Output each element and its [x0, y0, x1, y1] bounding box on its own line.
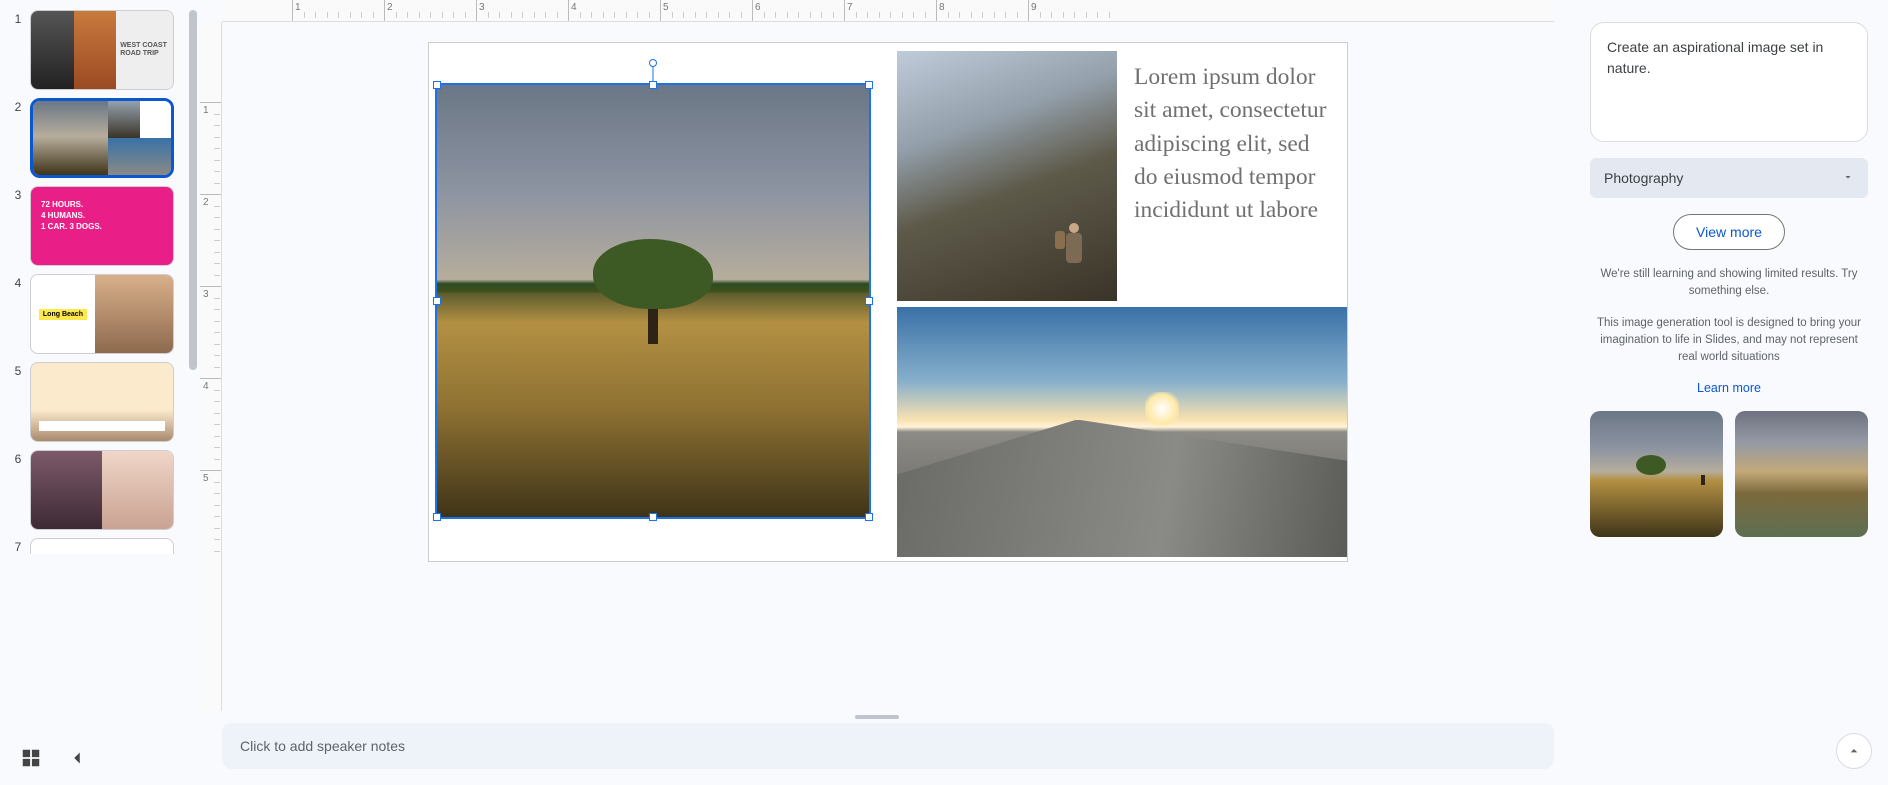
slide-thumbnail-3[interactable]: 3 72 HOURS. 4 HUMANS. 1 CAR. 3 DOGS.	[0, 182, 200, 270]
rotation-handle[interactable]	[649, 59, 657, 67]
hiker-graphic	[1061, 223, 1087, 273]
resize-handle-bl[interactable]	[433, 513, 441, 521]
results-hint: We're still learning and showing limited…	[1590, 266, 1868, 299]
slide-thumbnail-4[interactable]: 4 Long Beach	[0, 270, 200, 358]
tree-graphic	[1636, 455, 1769, 485]
canvas-viewport[interactable]: Lorem ipsum dolor sit amet, consectetur …	[222, 22, 1554, 711]
resize-handle-r[interactable]	[865, 297, 873, 305]
resize-handle-t[interactable]	[649, 81, 657, 89]
view-more-button[interactable]: View more	[1673, 214, 1785, 250]
resize-handle-br[interactable]	[865, 513, 873, 521]
app-root: 1 WEST COAST ROAD TRIP 2	[0, 0, 1888, 785]
resize-handle-tr[interactable]	[865, 81, 873, 89]
thumb-line: 1 CAR. 3 DOGS.	[41, 221, 163, 232]
disclaimer-text: This image generation tool is designed t…	[1590, 315, 1868, 365]
chevron-down-icon	[1842, 170, 1854, 186]
prompt-input[interactable]: Create an aspirational image set in natu…	[1590, 22, 1868, 142]
thumb-title-line: WEST COAST	[120, 42, 169, 50]
slide-list: 1 WEST COAST ROAD TRIP 2	[0, 6, 200, 735]
ruler-horizontal[interactable]: 123456789	[222, 0, 1554, 22]
thumb-content: WEST COAST ROAD TRIP	[30, 10, 174, 90]
selected-image-main[interactable]	[435, 83, 871, 519]
thumb-title-line: ROAD TRIP	[120, 50, 169, 58]
generated-image-1[interactable]	[1590, 411, 1723, 537]
slide-number: 1	[12, 10, 24, 26]
image-top-right[interactable]	[897, 51, 1117, 301]
resize-handle-l[interactable]	[433, 297, 441, 305]
slide-number: 6	[12, 450, 24, 466]
speaker-notes-placeholder: Click to add speaker notes	[240, 738, 405, 754]
collapse-panel-icon[interactable]	[66, 747, 88, 774]
image-bottom-right[interactable]	[897, 307, 1347, 557]
slide-thumbnail-7[interactable]: 7	[0, 534, 200, 554]
thumb-content: Long Beach	[30, 274, 174, 354]
thumb-content: 72 HOURS. 4 HUMANS. 1 CAR. 3 DOGS.	[30, 186, 174, 266]
slide-thumbnail-2[interactable]: 2	[0, 94, 200, 182]
prompt-text: Create an aspirational image set in natu…	[1607, 39, 1823, 76]
canvas-area: 123456789 12345	[200, 0, 1570, 785]
generated-images-row	[1590, 411, 1868, 537]
style-select[interactable]: Photography	[1590, 158, 1868, 198]
thumb-content	[30, 98, 174, 178]
thumb-content	[30, 362, 174, 442]
tree-graphic	[593, 239, 713, 339]
thumb-line: 4 HUMANS.	[41, 210, 163, 221]
learn-more-link[interactable]: Learn more	[1590, 381, 1868, 395]
slide-panel-footer	[0, 735, 200, 785]
speaker-notes[interactable]: Click to add speaker notes	[222, 723, 1554, 769]
road-graphic	[897, 420, 1347, 558]
slide-list-scrollbar[interactable]	[186, 6, 200, 735]
resize-handle-b[interactable]	[649, 513, 657, 521]
grid-view-icon[interactable]	[20, 747, 42, 774]
sun-graphic	[1145, 392, 1179, 426]
slide-number: 4	[12, 274, 24, 290]
slide-canvas[interactable]: Lorem ipsum dolor sit amet, consectetur …	[428, 42, 1348, 562]
slide-thumbnail-6[interactable]: 6	[0, 446, 200, 534]
resize-handle-tl[interactable]	[433, 81, 441, 89]
notes-resize-handle[interactable]	[200, 711, 1554, 723]
thumb-line: 72 HOURS.	[41, 199, 163, 210]
slide-number: 7	[12, 538, 24, 554]
scrollbar-thumb[interactable]	[189, 10, 197, 370]
image-gen-sidebar: Create an aspirational image set in natu…	[1570, 0, 1888, 785]
ruler-vertical[interactable]: 12345	[200, 22, 222, 711]
thumb-content	[30, 538, 174, 554]
scroll-top-button[interactable]	[1836, 733, 1872, 769]
thumb-content	[30, 450, 174, 530]
slide-number: 2	[12, 98, 24, 114]
slide-thumbnail-1[interactable]: 1 WEST COAST ROAD TRIP	[0, 6, 200, 94]
slide-number: 5	[12, 362, 24, 378]
slide-body-text[interactable]: Lorem ipsum dolor sit amet, consectetur …	[1134, 61, 1334, 228]
thumb-badge: Long Beach	[39, 309, 87, 320]
chevron-up-icon	[1846, 743, 1862, 759]
slide-number: 3	[12, 186, 24, 202]
slide-panel: 1 WEST COAST ROAD TRIP 2	[0, 0, 200, 785]
canvas-row: 12345	[200, 22, 1554, 711]
slide-thumbnail-5[interactable]: 5	[0, 358, 200, 446]
style-selected-value: Photography	[1604, 170, 1683, 186]
